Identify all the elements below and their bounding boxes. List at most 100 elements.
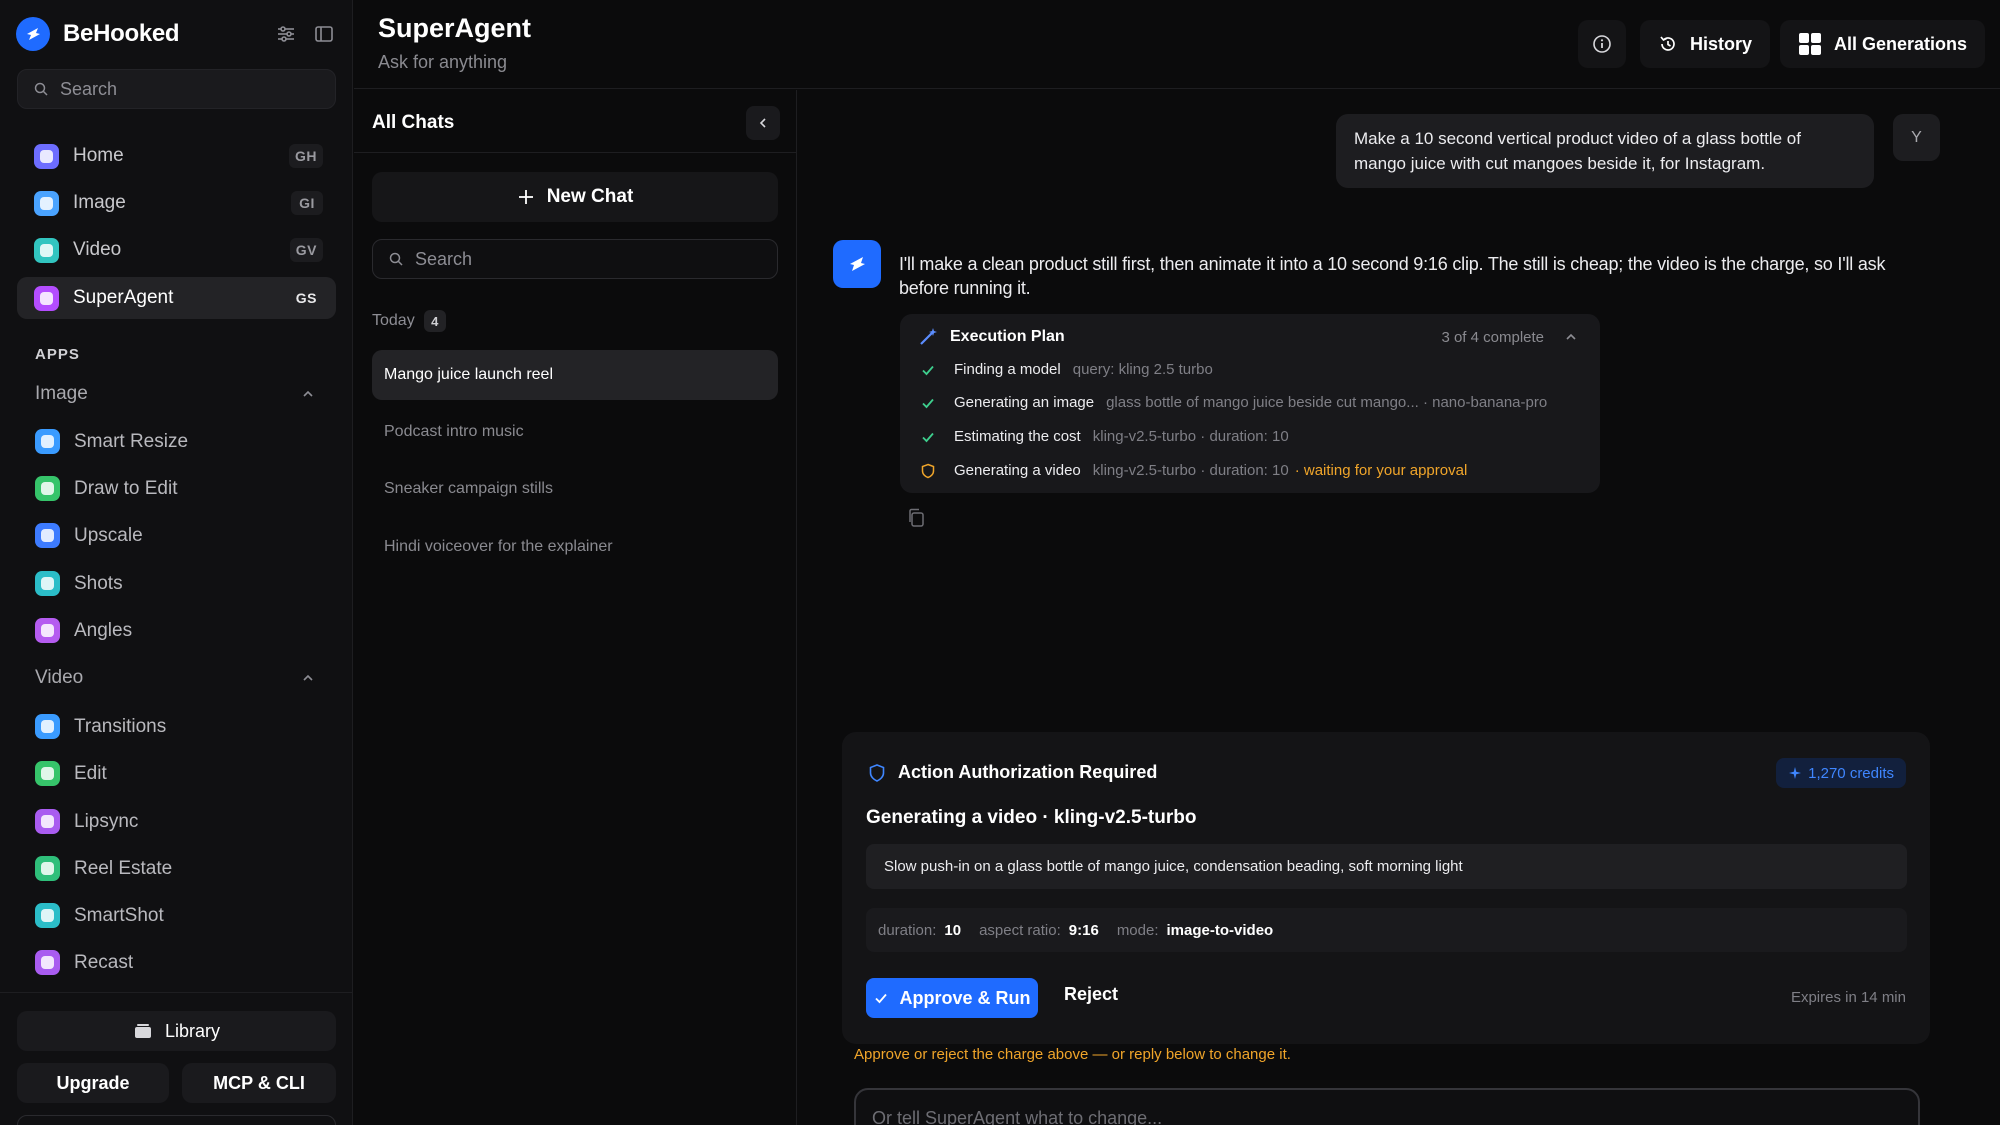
new-chat-button[interactable]: New Chat: [372, 172, 778, 222]
search-icon: [34, 82, 48, 96]
app-label: Angles: [74, 619, 133, 641]
chevron-up-icon: [303, 674, 313, 681]
app-recast[interactable]: Recast: [35, 950, 133, 975]
collapse-panel-button[interactable]: [746, 106, 780, 140]
chat-item[interactable]: Podcast intro music: [372, 407, 778, 457]
library-button[interactable]: Library: [17, 1011, 336, 1051]
check-icon: [875, 993, 888, 1004]
today-label: Today: [372, 312, 415, 329]
chat-search-placeholder: Search: [415, 248, 473, 269]
upgrade-button[interactable]: Upgrade: [17, 1063, 169, 1103]
mcp-cli-button[interactable]: MCP & CLI: [182, 1063, 336, 1103]
upscale-icon: [35, 523, 60, 548]
nav-video[interactable]: Video GV: [17, 229, 336, 271]
shield-icon: [921, 463, 935, 478]
shots-icon: [35, 571, 60, 596]
draw-to-edit-icon: [35, 476, 60, 501]
nav-home[interactable]: Home GH: [17, 135, 336, 177]
brand[interactable]: BeHooked: [16, 17, 180, 51]
approve-run-button[interactable]: Approve & Run: [866, 978, 1038, 1018]
edit-icon: [35, 761, 60, 786]
chat-item[interactable]: Hindi voiceover for the explainer: [372, 522, 778, 572]
credits-value: 1,270 credits: [1808, 764, 1894, 782]
lipsync-icon: [35, 809, 60, 834]
all-generations-button[interactable]: All Generations: [1780, 20, 1986, 68]
step-detail: query: kling 2.5 turbo: [1072, 361, 1213, 378]
magic-wand-icon: [920, 328, 937, 345]
today-count-badge: 4: [423, 310, 446, 332]
app-reel-estate[interactable]: Reel Estate: [35, 856, 172, 881]
smart-resize-icon: [35, 429, 60, 454]
param-aspect-ratio: aspect ratio: 9:16: [979, 922, 1099, 939]
authorization-card: Action Authorization Required 1,270 cred…: [842, 732, 1930, 1044]
sidebar-search-placeholder: Search: [60, 78, 118, 99]
transitions-icon: [35, 714, 60, 739]
param-key: duration:: [878, 921, 937, 939]
chats-title: All Chats: [372, 112, 455, 133]
app-label: Recast: [74, 951, 134, 973]
plan-step: Generating an image glass bottle of mang…: [920, 394, 1547, 411]
reject-button[interactable]: Reject: [1064, 984, 1118, 1005]
account-menu[interactable]: [17, 1115, 336, 1125]
recast-icon: [35, 950, 60, 975]
plan-step: Estimating the cost kling-v2.5-turbo · d…: [920, 428, 1289, 445]
history-button[interactable]: History: [1640, 20, 1771, 68]
app-label: Reel Estate: [74, 857, 173, 879]
chat-search-input[interactable]: Search: [372, 239, 778, 279]
approve-label: Approve & Run: [899, 987, 1031, 1008]
brand-logo: [16, 17, 50, 51]
nav-image[interactable]: Image GI: [17, 182, 336, 224]
app-draw-to-edit[interactable]: Draw to Edit: [35, 476, 177, 501]
app-label: SmartShot: [74, 904, 164, 926]
authorization-subtitle: Generating a video · kling-v2.5-turbo: [866, 807, 1197, 828]
chat-item[interactable]: Sneaker campaign stills: [372, 464, 778, 514]
image-icon: [34, 190, 59, 216]
sidebar-toggle-icon[interactable]: [314, 24, 334, 44]
plus-icon: [518, 190, 533, 204]
home-icon: [34, 143, 59, 169]
shortcut-badge: GI: [291, 191, 323, 215]
chevron-up-icon[interactable]: [1564, 330, 1578, 344]
grid-icon: [1799, 33, 1821, 55]
app-label: Lipsync: [74, 810, 139, 832]
execution-plan: Execution Plan 3 of 4 complete Finding a…: [900, 314, 1600, 493]
info-button[interactable]: [1578, 20, 1626, 68]
app-angles[interactable]: Angles: [35, 618, 132, 643]
authorization-hint: Approve or reject the charge above — or …: [854, 1046, 1291, 1063]
step-name: Generating an image: [954, 394, 1095, 411]
superagent-logo-icon: [850, 257, 865, 271]
chat-item[interactable]: Mango juice launch reel: [372, 350, 778, 400]
step-detail: kling-v2.5-turbo · duration: 10: [1092, 428, 1289, 445]
image-group-toggle[interactable]: Image: [35, 383, 315, 405]
chevron-left-icon: [759, 118, 766, 128]
app-label: Smart Resize: [74, 430, 189, 452]
nav-label: Image: [73, 192, 126, 213]
nav-superagent[interactable]: SuperAgent GS: [17, 277, 336, 319]
app-edit[interactable]: Edit: [35, 761, 107, 786]
apps-section-label: APPS: [35, 346, 80, 363]
app-upscale[interactable]: Upscale: [35, 523, 143, 548]
video-group-toggle[interactable]: Video: [35, 667, 315, 689]
chevron-up-icon: [303, 390, 313, 397]
shield-icon: [869, 764, 885, 782]
step-detail: kling-v2.5-turbo · duration: 10: [1092, 462, 1289, 479]
angles-icon: [35, 618, 60, 643]
history-label: History: [1690, 33, 1753, 54]
app-shots[interactable]: Shots: [35, 571, 123, 596]
step-name: Generating a video: [954, 462, 1081, 479]
sidebar-search[interactable]: Search: [17, 69, 336, 109]
param-mode: mode: image-to-video: [1117, 922, 1273, 939]
app-transitions[interactable]: Transitions: [35, 714, 166, 739]
reply-input[interactable]: Or tell SuperAgent what to change...: [854, 1088, 1920, 1125]
app-smart-resize[interactable]: Smart Resize: [35, 429, 188, 454]
filter-icon[interactable]: [276, 24, 296, 44]
user-avatar[interactable]: Y: [1893, 114, 1940, 161]
copy-icon[interactable]: [907, 508, 925, 528]
today-group-header: Today 4: [372, 310, 446, 332]
library-icon: [134, 1024, 151, 1038]
param-duration: duration: 10: [878, 922, 961, 939]
app-lipsync[interactable]: Lipsync: [35, 809, 138, 834]
nav-label: SuperAgent: [73, 287, 174, 308]
app-smartshot[interactable]: SmartShot: [35, 903, 164, 928]
step-name: Finding a model: [954, 361, 1061, 378]
